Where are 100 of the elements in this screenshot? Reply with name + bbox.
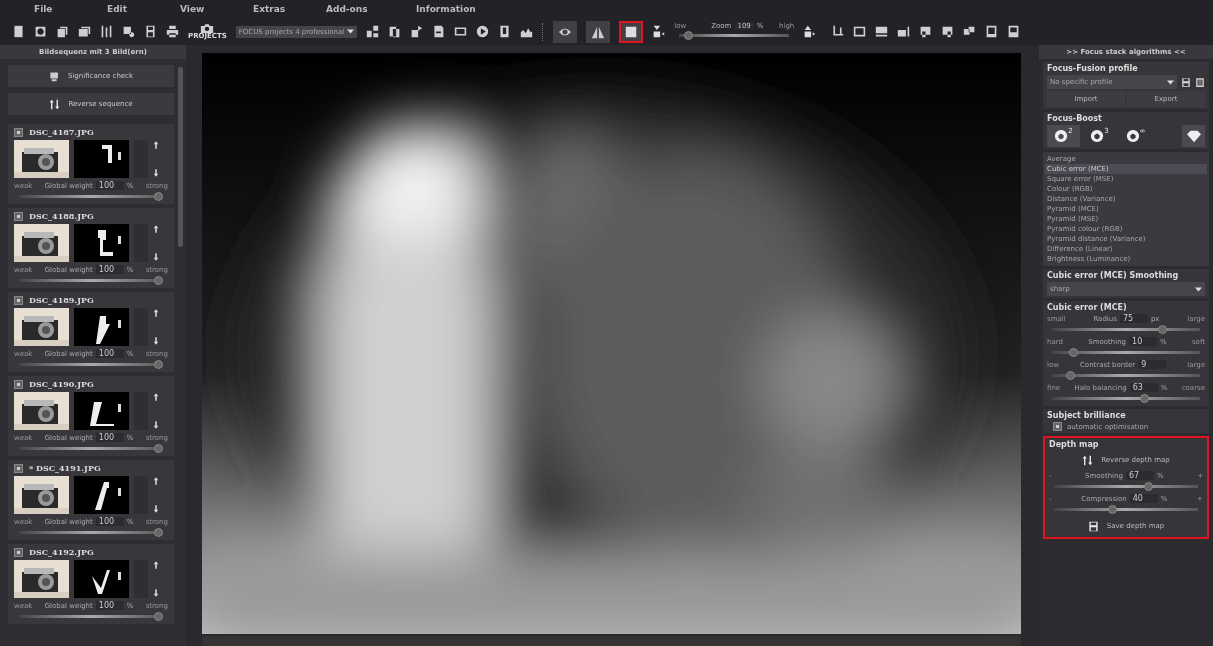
value-field[interactable]: 9 [1138, 360, 1167, 369]
slider-thumb[interactable] [154, 528, 163, 537]
printer-icon[interactable] [166, 25, 179, 38]
move-up-icon[interactable] [153, 477, 159, 485]
stack-icon[interactable] [56, 25, 69, 38]
check-document-icon [48, 70, 60, 82]
checkbox[interactable] [1053, 422, 1062, 431]
zoom-in-icon[interactable] [803, 25, 817, 38]
weight-slider[interactable] [19, 444, 163, 453]
page-icon[interactable] [12, 25, 25, 38]
slider-thumb[interactable] [1144, 482, 1154, 491]
move-up-icon[interactable] [153, 141, 159, 149]
menu-item[interactable]: Edit [107, 4, 180, 14]
file-name: DSC_4187.JPG [29, 127, 94, 137]
document-icon[interactable] [432, 25, 446, 38]
depth-map-button[interactable] [619, 20, 644, 43]
weight-slider[interactable] [19, 528, 163, 537]
layers-icon[interactable] [963, 25, 977, 38]
crop-icon[interactable] [831, 25, 845, 38]
move-up-icon[interactable] [153, 225, 159, 233]
film-icon[interactable] [454, 25, 468, 38]
section-heading: Subject brilliance [1047, 411, 1127, 420]
menu-item[interactable]: File [34, 4, 107, 14]
file-name: * DSC_4191.JPG [29, 463, 101, 473]
share-icon[interactable] [366, 25, 380, 38]
checkbox[interactable] [14, 211, 23, 221]
aperture-icon [1090, 129, 1105, 143]
checkbox[interactable] [14, 127, 23, 137]
move-down-icon[interactable] [153, 169, 159, 177]
save-icon[interactable] [1181, 76, 1191, 88]
diamond-button[interactable] [1182, 125, 1205, 147]
window-icon[interactable] [985, 25, 999, 38]
move-down-icon[interactable] [153, 589, 159, 597]
section-heading: Cubic error (MCE) Smoothing [1047, 271, 1180, 280]
file-name: DSC_4188.JPG [29, 211, 94, 221]
caret-icon [347, 29, 355, 34]
scrollbar[interactable] [178, 67, 183, 247]
weight-slider[interactable] [19, 276, 163, 285]
section-heading: Depth map [1049, 440, 1100, 449]
move-up-icon[interactable] [153, 309, 159, 317]
weight-field[interactable]: 100 [95, 265, 124, 274]
mirror-button[interactable] [586, 20, 611, 43]
weight-field[interactable]: 100 [95, 181, 124, 190]
weight-slider[interactable] [19, 192, 163, 201]
weight-slider[interactable] [19, 612, 163, 621]
move-up-icon[interactable] [153, 393, 159, 401]
zoom-out-icon[interactable] [652, 25, 666, 38]
weight-field[interactable]: 100 [95, 349, 124, 358]
diamond-icon [1186, 129, 1201, 143]
value-field[interactable]: 40 [1129, 494, 1158, 503]
move-down-icon[interactable] [153, 421, 159, 429]
weight-field[interactable]: 100 [95, 517, 124, 526]
move-down-icon[interactable] [153, 253, 159, 261]
move-up-icon[interactable] [153, 561, 159, 569]
menu-item[interactable]: Information [416, 4, 489, 14]
value-field[interactable]: 10 [1129, 337, 1158, 346]
slider-thumb[interactable] [1139, 394, 1149, 403]
file-name: DSC_4192.JPG [29, 547, 94, 557]
move-down-icon[interactable] [153, 505, 159, 513]
picture-frame-icon[interactable] [1007, 25, 1021, 38]
slider-thumb[interactable] [684, 31, 694, 40]
export-icon[interactable] [410, 25, 424, 38]
weight-field[interactable]: 100 [95, 433, 124, 442]
value-field[interactable]: 75 [1119, 314, 1148, 323]
play-icon[interactable] [476, 25, 490, 38]
slider-thumb[interactable] [154, 444, 163, 453]
checkbox[interactable] [14, 463, 23, 473]
checkbox[interactable] [14, 379, 23, 389]
slider-thumb[interactable] [1157, 325, 1167, 334]
swap-arrows-icon [1082, 454, 1094, 466]
menu-item[interactable]: Extras [253, 4, 326, 14]
frame-icon[interactable] [853, 25, 867, 38]
caret-icon [1167, 79, 1174, 85]
brushes-icon[interactable] [100, 25, 113, 38]
height-icon[interactable] [897, 25, 911, 38]
documents-icon[interactable] [388, 25, 402, 38]
value-field[interactable]: 67 [1125, 471, 1154, 480]
value-field[interactable]: 63 [1129, 383, 1158, 392]
images-icon[interactable] [78, 25, 91, 38]
trash-icon[interactable] [1195, 76, 1205, 88]
eye-button[interactable] [553, 20, 578, 43]
width-icon[interactable] [875, 25, 889, 38]
slider-thumb[interactable] [1108, 505, 1117, 514]
move-down-icon[interactable] [153, 337, 159, 345]
menu-item[interactable]: View [180, 4, 253, 14]
weight-field[interactable]: 100 [95, 601, 124, 610]
section-heading: Cubic error (MCE) [1047, 303, 1128, 312]
checkbox[interactable] [14, 547, 23, 557]
slider-thumb[interactable] [1068, 348, 1078, 357]
slider-thumb[interactable] [154, 192, 163, 201]
slider-thumb[interactable] [1065, 371, 1075, 380]
save-icon[interactable] [144, 25, 157, 38]
aperture-icon [1125, 129, 1140, 143]
checkbox[interactable] [14, 295, 23, 305]
slider-thumb[interactable] [154, 360, 163, 369]
menu-item[interactable]: Add-ons [326, 4, 416, 14]
weight-slider[interactable] [19, 360, 163, 369]
caret-icon [1195, 286, 1202, 292]
slider-thumb[interactable] [154, 612, 163, 621]
slider-thumb[interactable] [154, 276, 163, 285]
